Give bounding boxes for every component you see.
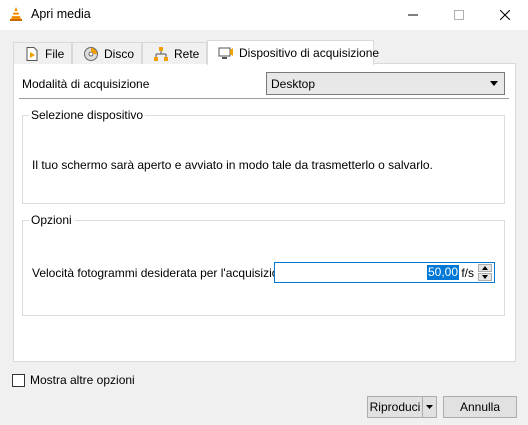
capture-mode-dropdown[interactable]: Desktop [266,72,505,95]
frame-rate-label: Velocità fotogrammi desiderata per l'acq… [32,266,296,280]
tab-file[interactable]: File [13,42,72,64]
network-icon [153,46,169,62]
frame-rate-value[interactable]: 50,00 [426,265,459,280]
chevron-down-icon [426,405,433,409]
spin-buttons [478,264,492,281]
tab-network[interactable]: Rete [142,42,207,64]
tab-disc-label: Disco [104,46,135,61]
frame-rate-spinbox[interactable]: 50,00 f/s [274,262,495,283]
window-title: Apri media [31,7,91,21]
device-selection-title: Selezione dispositivo [29,108,146,122]
capture-mode-value: Desktop [271,76,316,91]
minimize-icon [408,14,418,16]
capture-mode-label: Modalità di acquisizione [22,77,150,91]
title-bar: Apri media [0,0,528,30]
cancel-button[interactable]: Annulla [443,396,517,418]
minimize-button[interactable] [390,0,436,30]
tab-network-label: Rete [174,46,200,61]
spin-up-button[interactable] [478,264,492,272]
maximize-button[interactable] [436,0,482,30]
spin-down-button[interactable] [478,273,492,281]
device-selection-description: Il tuo schermo sarà aperto e avviato in … [32,158,433,172]
options-title: Opzioni [29,213,74,227]
play-button[interactable]: Riproduci [367,396,422,418]
capture-device-icon [218,45,234,61]
chevron-down-icon [490,81,498,86]
tab-disc[interactable]: Disco [72,42,142,64]
maximize-icon [454,10,464,20]
play-options-dropdown-button[interactable] [422,396,437,418]
more-options-label[interactable]: Mostra altre opzioni [30,373,135,387]
more-options-checkbox[interactable] [12,374,25,387]
tab-capture-device-label: Dispositivo di acquisizione [239,46,380,60]
divider [19,98,509,99]
close-button[interactable] [482,0,528,30]
chevron-down-icon [482,275,488,279]
close-icon [500,10,510,20]
play-button-label: Riproduci [369,400,421,414]
chevron-up-icon [482,266,488,270]
file-icon [24,46,40,62]
frame-rate-unit: f/s [461,266,474,280]
tab-capture-device[interactable]: Dispositivo di acquisizione [207,40,379,65]
tab-file-label: File [45,46,65,61]
vlc-cone-icon [8,6,24,22]
disc-icon [83,46,99,62]
cancel-button-label: Annulla [459,400,501,414]
